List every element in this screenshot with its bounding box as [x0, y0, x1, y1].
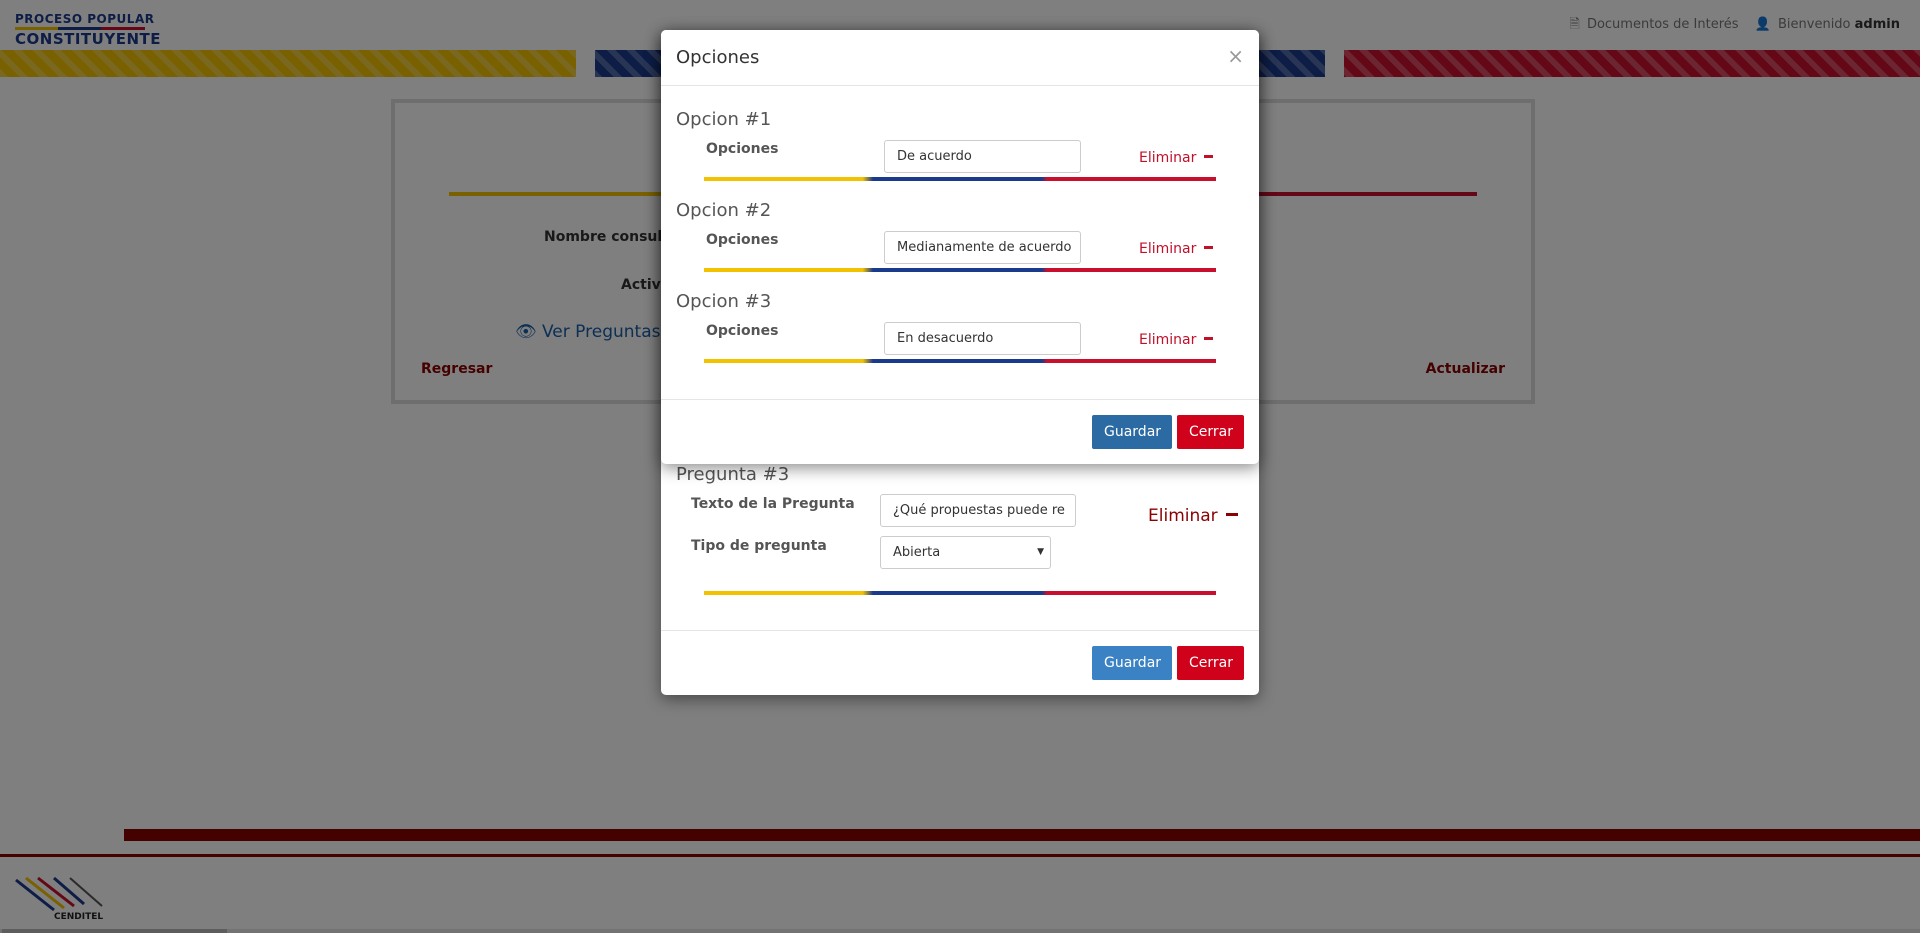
chevron-down-icon: ▼ [1037, 547, 1044, 557]
eliminar-pregunta-button[interactable]: Eliminar [1148, 506, 1238, 526]
tricolor-divider [704, 177, 1216, 181]
eliminar-label: Eliminar [1148, 506, 1218, 526]
opcion-label: Opciones [706, 141, 779, 157]
opcion-input[interactable]: En desacuerdo [884, 322, 1081, 355]
opcion-input[interactable]: Medianamente de acuerdo [884, 231, 1081, 264]
opcion-title: Opcion #2 [676, 200, 772, 221]
cerrar-opciones-button[interactable]: Cerrar [1177, 415, 1244, 449]
opcion-input[interactable]: De acuerdo [884, 140, 1081, 173]
pregunta-title: Pregunta #3 [676, 464, 790, 485]
opcion-label: Opciones [706, 323, 779, 339]
cerrar-pregunta-button[interactable]: Cerrar [1177, 646, 1244, 680]
opcion-label: Opciones [706, 232, 779, 248]
guardar-opciones-button[interactable]: Guardar [1092, 415, 1172, 449]
opciones-modal: Opciones × Opcion #1 Opciones De acuerdo… [661, 30, 1259, 464]
opciones-modal-header: Opciones × [661, 30, 1259, 86]
eliminar-label: Eliminar [1139, 150, 1197, 166]
eliminar-opcion-button[interactable]: Eliminar [1139, 241, 1214, 257]
tipo-pregunta-select[interactable]: Abierta ▼ [880, 536, 1051, 569]
guardar-pregunta-button[interactable]: Guardar [1092, 646, 1172, 680]
eliminar-label: Eliminar [1139, 241, 1197, 257]
minus-icon [1225, 513, 1238, 516]
tipo-pregunta-label: Tipo de pregunta [691, 538, 827, 554]
opciones-modal-footer: Guardar Cerrar [661, 399, 1259, 465]
tipo-pregunta-value: Abierta [893, 545, 941, 560]
tricolor-divider [704, 268, 1216, 272]
minus-icon [1204, 337, 1214, 340]
opciones-modal-title: Opciones [676, 47, 760, 68]
opcion-title: Opcion #1 [676, 109, 772, 130]
tricolor-divider [704, 359, 1216, 363]
eliminar-opcion-button[interactable]: Eliminar [1139, 332, 1214, 348]
texto-pregunta-label: Texto de la Pregunta [691, 496, 855, 512]
texto-pregunta-input[interactable]: ¿Qué propuestas puede re [880, 494, 1076, 527]
minus-icon [1204, 155, 1214, 158]
minus-icon [1204, 246, 1214, 249]
eliminar-opcion-button[interactable]: Eliminar [1139, 150, 1214, 166]
tricolor-divider [704, 591, 1216, 595]
opcion-title: Opcion #3 [676, 291, 772, 312]
pregunta-modal-footer: Guardar Cerrar [661, 630, 1259, 696]
eliminar-label: Eliminar [1139, 332, 1197, 348]
close-icon[interactable]: × [1227, 44, 1244, 68]
